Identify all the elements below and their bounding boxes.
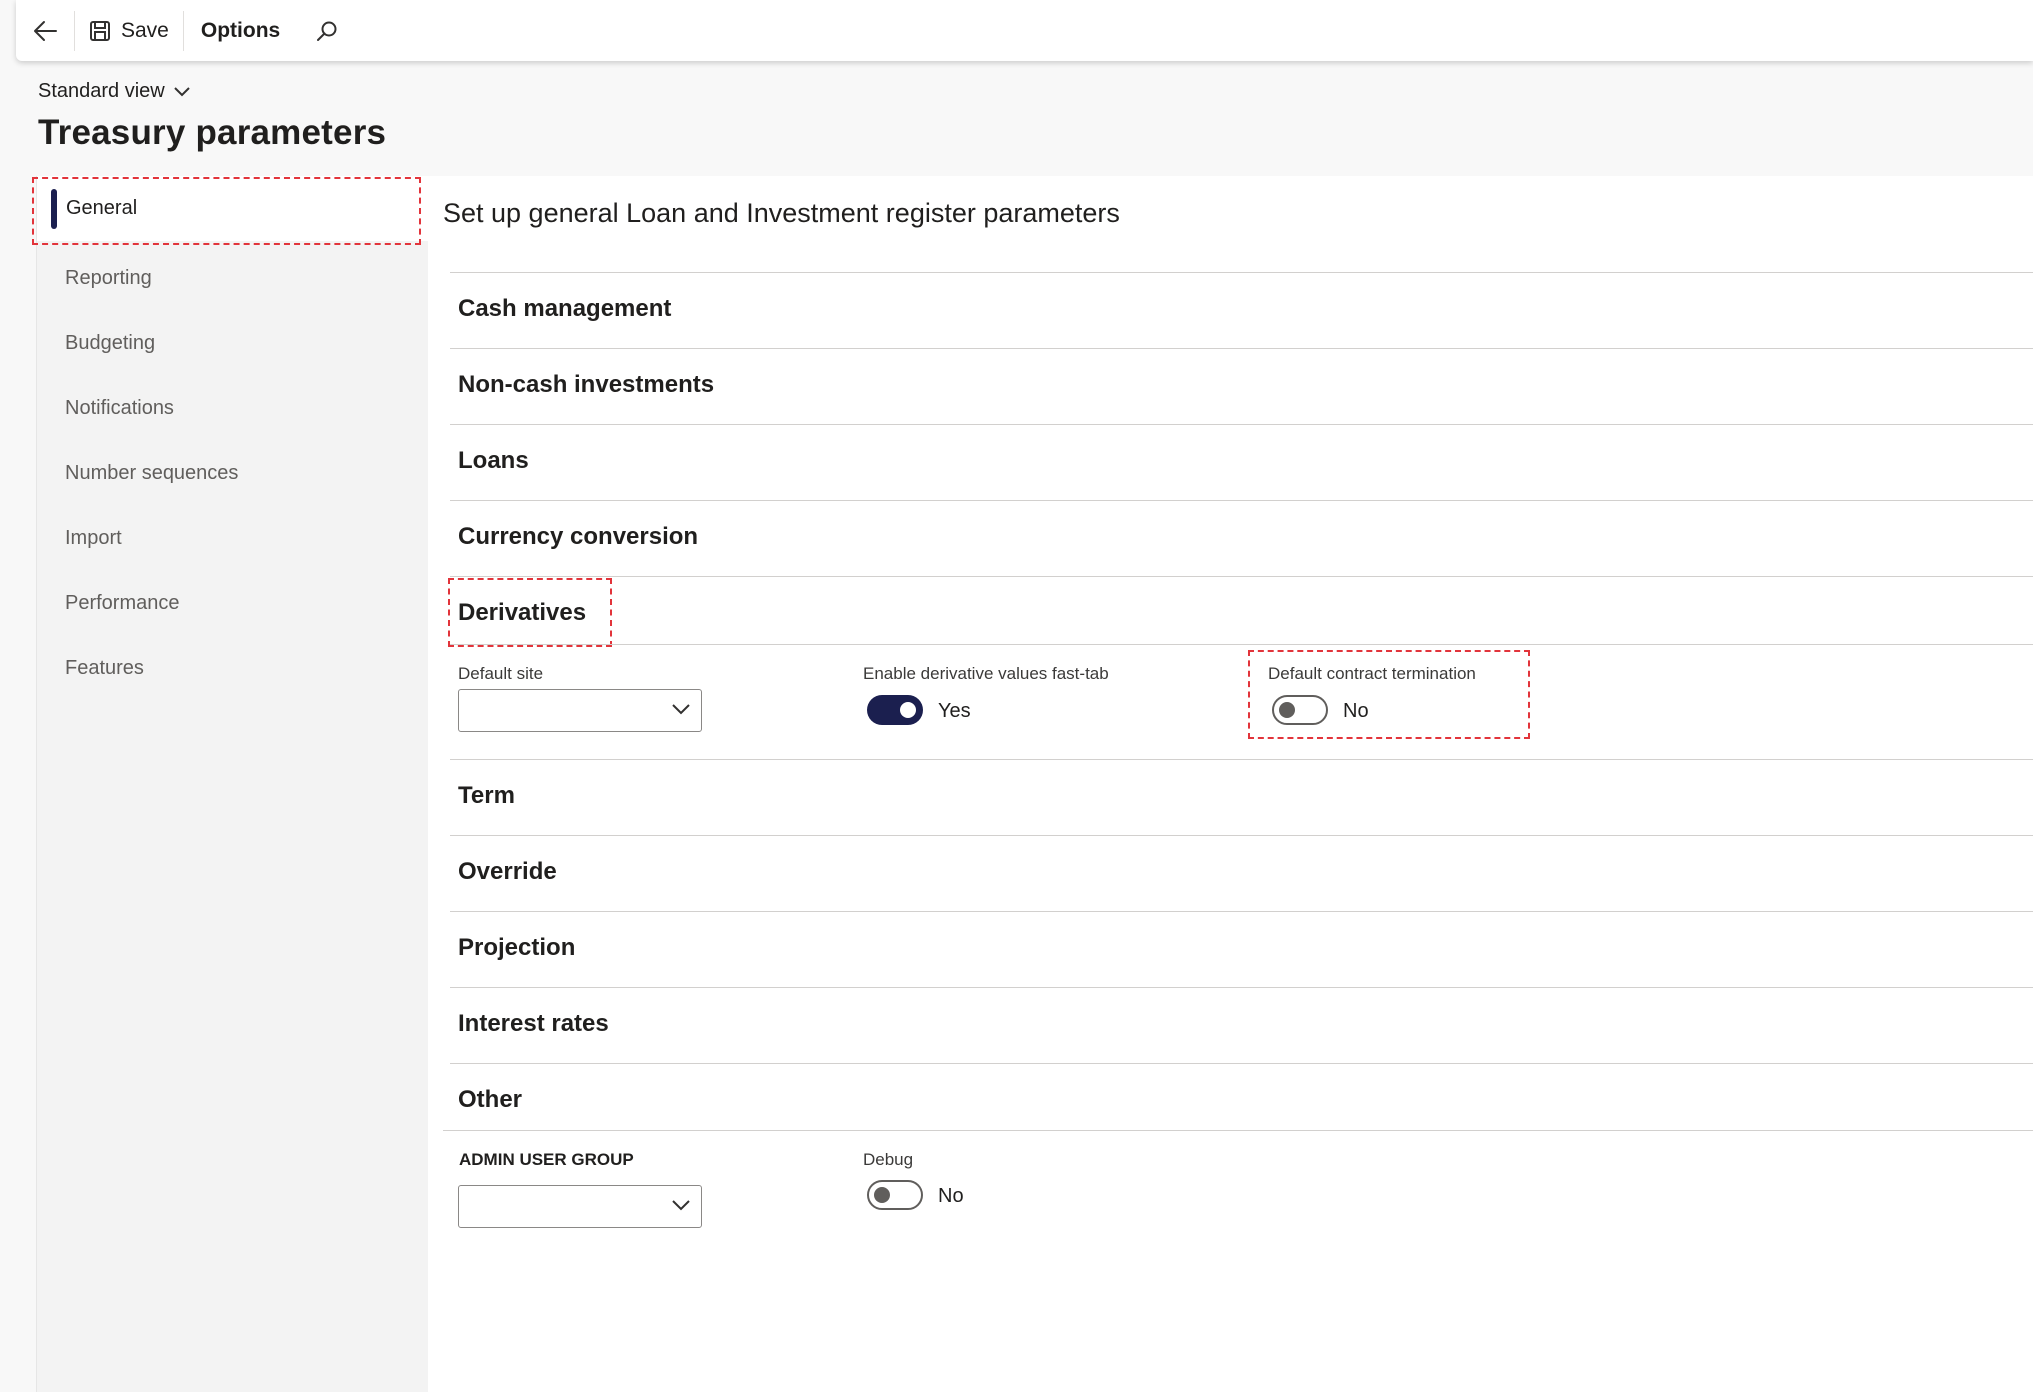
default-site-label: Default site xyxy=(458,664,544,683)
fasttab-non-cash-investments[interactable]: Non-cash investments xyxy=(450,348,2033,425)
page-title: Treasury parameters xyxy=(38,113,387,152)
fasttab-interest-rates[interactable]: Interest rates xyxy=(450,987,2033,1064)
save-label: Save xyxy=(121,18,169,42)
chevron-down-icon xyxy=(672,704,690,715)
nav-item-label: Features xyxy=(65,657,144,679)
divider xyxy=(450,644,2033,645)
default-site-dropdown[interactable] xyxy=(458,689,702,732)
view-selector[interactable]: Standard view xyxy=(38,80,191,103)
fasttab-cash-management[interactable]: Cash management xyxy=(450,272,2033,349)
debug-toggle[interactable] xyxy=(867,1180,923,1210)
enable-fasttab-toggle[interactable] xyxy=(867,695,923,725)
action-pane: Save Options xyxy=(16,0,2033,61)
section-title: Set up general Loan and Investment regis… xyxy=(443,198,1120,228)
nav-item-features[interactable]: Features xyxy=(65,657,144,680)
save-button[interactable]: Save xyxy=(75,10,184,51)
options-menu[interactable]: Options xyxy=(184,0,302,61)
nav-item-label: Number sequences xyxy=(65,462,239,484)
back-button[interactable] xyxy=(16,10,75,51)
debug-value: No xyxy=(938,1185,964,1207)
toggle-knob xyxy=(900,702,916,718)
nav-item-import[interactable]: Import xyxy=(65,527,122,550)
fasttab-label: Projection xyxy=(458,934,576,961)
nav-item-performance[interactable]: Performance xyxy=(65,592,180,615)
search-button[interactable] xyxy=(302,0,352,61)
enable-fasttab-value: Yes xyxy=(938,700,971,722)
search-icon xyxy=(317,21,337,41)
fasttab-term[interactable]: Term xyxy=(450,759,2033,836)
options-label: Options xyxy=(200,18,281,42)
nav-item-label: Reporting xyxy=(65,267,152,289)
highlight-derivatives xyxy=(448,578,612,647)
fasttab-currency-conversion[interactable]: Currency conversion xyxy=(450,500,2033,577)
fasttab-label: Cash management xyxy=(458,295,672,322)
toggle-knob xyxy=(874,1187,890,1203)
fasttab-label: Currency conversion xyxy=(458,523,699,550)
fasttab-label: Other xyxy=(458,1086,523,1113)
fasttab-projection[interactable]: Projection xyxy=(450,911,2033,988)
fasttab-override[interactable]: Override xyxy=(450,835,2033,912)
fasttab-label: Loans xyxy=(458,447,529,474)
highlight-default-termination xyxy=(1248,650,1530,739)
debug-label: Debug xyxy=(863,1150,914,1169)
fasttab-label: Interest rates xyxy=(458,1010,609,1037)
divider xyxy=(443,1130,2033,1131)
nav-item-reporting[interactable]: Reporting xyxy=(65,267,152,290)
enable-fasttab-label: Enable derivative values fast-tab xyxy=(863,664,1109,683)
nav-item-label: Performance xyxy=(65,592,180,614)
chevron-down-icon xyxy=(672,1200,690,1211)
admin-group-label: ADMIN USER GROUP xyxy=(459,1150,634,1169)
highlight-general xyxy=(32,177,421,245)
fasttab-loans[interactable]: Loans xyxy=(450,424,2033,501)
fasttab-other[interactable]: Other xyxy=(450,1063,2033,1131)
nav-item-label: Import xyxy=(65,527,122,549)
nav-item-notifications[interactable]: Notifications xyxy=(65,397,174,420)
fasttab-derivatives[interactable]: Derivatives xyxy=(450,576,2033,645)
back-arrow-icon xyxy=(34,20,57,41)
admin-group-dropdown[interactable] xyxy=(458,1185,702,1228)
fasttab-label: Term xyxy=(458,782,515,809)
chevron-down-icon xyxy=(174,86,190,96)
view-label: Standard view xyxy=(38,80,165,102)
fasttab-label: Non-cash investments xyxy=(458,371,715,398)
fasttab-label: Override xyxy=(458,858,557,885)
left-nav: General Reporting Budgeting Notification… xyxy=(36,176,429,1392)
nav-item-budgeting[interactable]: Budgeting xyxy=(65,332,155,355)
nav-item-number-sequences[interactable]: Number sequences xyxy=(65,462,238,485)
nav-item-label: Notifications xyxy=(65,397,174,419)
save-icon xyxy=(90,20,110,41)
nav-item-label: Budgeting xyxy=(65,332,156,354)
main-panel: Set up general Loan and Investment regis… xyxy=(428,176,2033,1392)
